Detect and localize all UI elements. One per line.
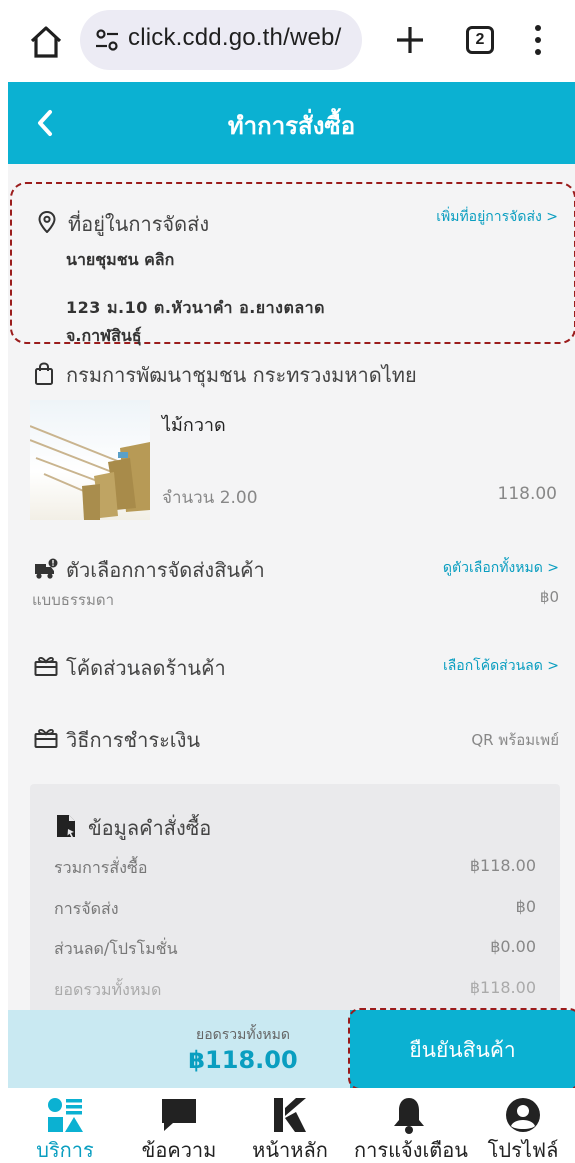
voucher-icon: [34, 656, 58, 676]
nav-item-notifications[interactable]: การแจ้งเตือน: [354, 1088, 468, 1163]
services-icon[interactable]: [45, 1096, 85, 1134]
profile-icon[interactable]: [503, 1096, 543, 1134]
recipient-name: นายชุมชน คลิก: [66, 250, 175, 269]
address-line-2: จ.กาฬสินธุ์: [66, 326, 142, 345]
shopping-bag-icon: [35, 362, 53, 385]
payment-method-label: วิธีการชำระเงิน: [66, 728, 201, 752]
nav-item-home[interactable]: หน้าหลัก: [235, 1088, 345, 1163]
address-section-label: ที่อยู่ในการจัดส่ง: [68, 212, 210, 236]
view-all-shipping-link[interactable]: ดูตัวเลือกทั้งหมด >: [443, 557, 559, 579]
page-title: ทำการสั่งซื้อ: [227, 112, 356, 140]
nav-item-messages[interactable]: ข้อความ: [124, 1088, 234, 1163]
address-bar[interactable]: click.cdd.go.th/web/: [80, 10, 362, 70]
grand-total-value: ฿118.00: [469, 978, 536, 997]
more-options-icon[interactable]: [528, 22, 548, 58]
shop-name: กรมการพัฒนาชุมชน กระทรวงมหาดไทย: [66, 363, 417, 387]
document-icon: [57, 815, 75, 838]
nav-label-home[interactable]: หน้าหลัก: [235, 1134, 345, 1163]
bell-icon[interactable]: [389, 1096, 429, 1134]
total-value: ฿118.00: [188, 1046, 298, 1074]
subtotal-value: ฿118.00: [469, 856, 536, 875]
shipping-cost: ฿0: [539, 588, 559, 606]
nav-item-profile[interactable]: โปรไฟล์: [468, 1088, 575, 1163]
discount-value: ฿0.00: [490, 937, 536, 956]
order-summary-title: ข้อมูลคำสั่งซื้อ: [88, 816, 212, 840]
nav-label-messages[interactable]: ข้อความ: [124, 1134, 234, 1163]
nav-item-services[interactable]: บริการ: [10, 1088, 120, 1163]
app-header: ทำการสั่งซื้อ: [8, 82, 575, 164]
delivery-truck-icon: [35, 558, 58, 579]
browser-toolbar: click.cdd.go.th/web/ 2: [0, 0, 575, 82]
broom-image: [30, 425, 150, 520]
tab-switcher-button[interactable]: 2: [466, 26, 494, 54]
nav-label-profile[interactable]: โปรไฟล์: [468, 1134, 575, 1163]
confirm-order-label[interactable]: ยืนยันสินค้า: [350, 1034, 575, 1067]
checkout-bar: ยอดรวมทั้งหมด ฿118.00 ยืนยันสินค้า: [8, 1008, 575, 1090]
shipping-address-section[interactable]: ที่อยู่ในการจัดส่ง เพิ่มที่อยู่การจัดส่ง…: [10, 182, 575, 345]
product-quantity: จำนวน 2.00: [162, 488, 258, 508]
add-address-link[interactable]: เพิ่มที่อยู่การจัดส่ง >: [436, 206, 558, 228]
bottom-navigation: บริการ ข้อความ หน้าหลัก การแจ้งเตือน โปร…: [0, 1088, 575, 1163]
discount-label: ส่วนลด/โปรโมชั่น: [54, 939, 178, 958]
product-price: 118.00: [497, 484, 557, 504]
shipping-method: แบบธรรมดา: [32, 591, 115, 609]
home-logo-icon[interactable]: [270, 1096, 310, 1134]
subtotal-label: รวมการสั่งซื้อ: [54, 858, 148, 877]
location-pin-icon: [38, 211, 56, 233]
payment-icon: [34, 728, 58, 748]
shipping-fee-value: ฿0: [515, 897, 536, 916]
shop-coupon-label: โค้ดส่วนลดร้านค้า: [66, 656, 226, 680]
shipping-fee-label: การจัดส่ง: [54, 899, 119, 918]
nav-label-notifications[interactable]: การแจ้งเตือน: [354, 1134, 468, 1163]
new-tab-icon[interactable]: [392, 22, 428, 58]
select-coupon-link[interactable]: เลือกโค้ดส่วนลด >: [443, 655, 559, 677]
home-icon[interactable]: [26, 22, 66, 62]
shipping-option-label: ตัวเลือกการจัดส่งสินค้า: [66, 558, 265, 582]
order-summary-card: ข้อมูลคำสั่งซื้อ รวมการสั่งซื้อ ฿118.00 …: [30, 784, 560, 1010]
grand-total-label: ยอดรวมทั้งหมด: [54, 980, 162, 999]
product-name: ไม้กวาด: [162, 415, 226, 436]
address-line-1: 123 ม.10 ต.หัวนาคำ อ.ยางตลาด: [66, 298, 326, 317]
total-label: ยอดรวมทั้งหมด: [196, 1027, 290, 1043]
confirm-order-button[interactable]: ยืนยันสินค้า: [350, 1010, 575, 1088]
checkout-content[interactable]: ที่อยู่ในการจัดส่ง เพิ่มที่อยู่การจัดส่ง…: [8, 164, 575, 1010]
nav-label-services[interactable]: บริการ: [10, 1134, 120, 1163]
product-image: [30, 400, 150, 520]
chat-icon[interactable]: [159, 1096, 199, 1134]
payment-method-value[interactable]: QR พร้อมเพย์: [471, 728, 559, 752]
url-text[interactable]: click.cdd.go.th/web/: [128, 24, 341, 52]
site-settings-icon[interactable]: [94, 27, 120, 53]
